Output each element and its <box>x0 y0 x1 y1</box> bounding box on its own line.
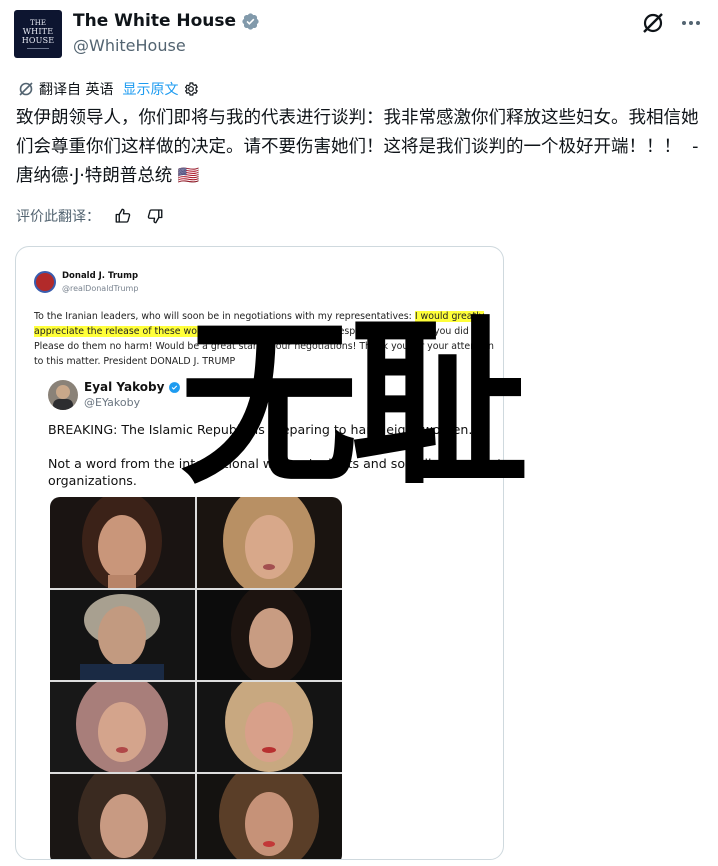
translated-from-label: 翻译自 英语 <box>39 82 114 98</box>
handle[interactable]: @WhiteHouse <box>73 36 186 55</box>
rate-translation-label: 评价此翻译： <box>16 209 100 225</box>
portrait-1 <box>50 497 195 588</box>
embedded-author-handle: @realDonaldTrump <box>62 284 139 293</box>
portrait-6 <box>197 682 342 772</box>
quoted-avatar <box>48 380 78 410</box>
translation-row: 翻译自 英语 显示原文 <box>18 79 199 99</box>
embedded-author-name: Donald J. Trump <box>62 271 139 281</box>
quoted-author-name: Eyal Yakoby <box>84 380 165 394</box>
portrait-7 <box>50 774 195 859</box>
more-icon[interactable] <box>678 10 704 36</box>
avatar-rule <box>27 48 49 49</box>
thumbs-up-icon[interactable] <box>114 207 132 225</box>
portrait-2 <box>197 497 342 588</box>
portrait-5 <box>50 682 195 772</box>
display-name[interactable]: The White House <box>73 11 236 31</box>
avatar[interactable]: THE WHITE HOUSE <box>14 10 62 58</box>
portrait-8 <box>197 774 342 859</box>
portrait-4 <box>197 590 342 680</box>
show-original-link[interactable]: 显示原文 <box>122 79 178 99</box>
quoted-author-row: Eyal Yakoby <box>84 380 181 394</box>
verified-icon <box>242 12 259 30</box>
rate-translation-row: 评价此翻译： <box>16 206 164 226</box>
grok-icon[interactable] <box>640 10 666 36</box>
post-header: THE WHITE HOUSE The White House @WhiteHo… <box>14 10 704 60</box>
quoted-text-line-3: organizations. <box>48 473 137 488</box>
translate-icon <box>19 82 33 96</box>
avatar-line-1: THE <box>30 19 46 27</box>
portrait-grid <box>50 497 342 859</box>
quoted-author-handle: @EYakoby <box>84 396 141 409</box>
thumbs-down-icon[interactable] <box>146 207 164 225</box>
gear-icon[interactable] <box>183 81 199 97</box>
avatar-line-3: HOUSE <box>21 36 55 45</box>
portrait-3 <box>50 590 195 680</box>
avatar-line-2: WHITE <box>22 27 54 36</box>
tweet-text: 致伊朗领导人，你们即将与我的代表进行谈判：我非常感激你们释放这些妇女。我相信她们… <box>16 108 705 186</box>
embedded-avatar <box>34 271 56 293</box>
overlay-text: 无耻 <box>180 301 528 508</box>
name-row: The White House <box>73 11 260 31</box>
